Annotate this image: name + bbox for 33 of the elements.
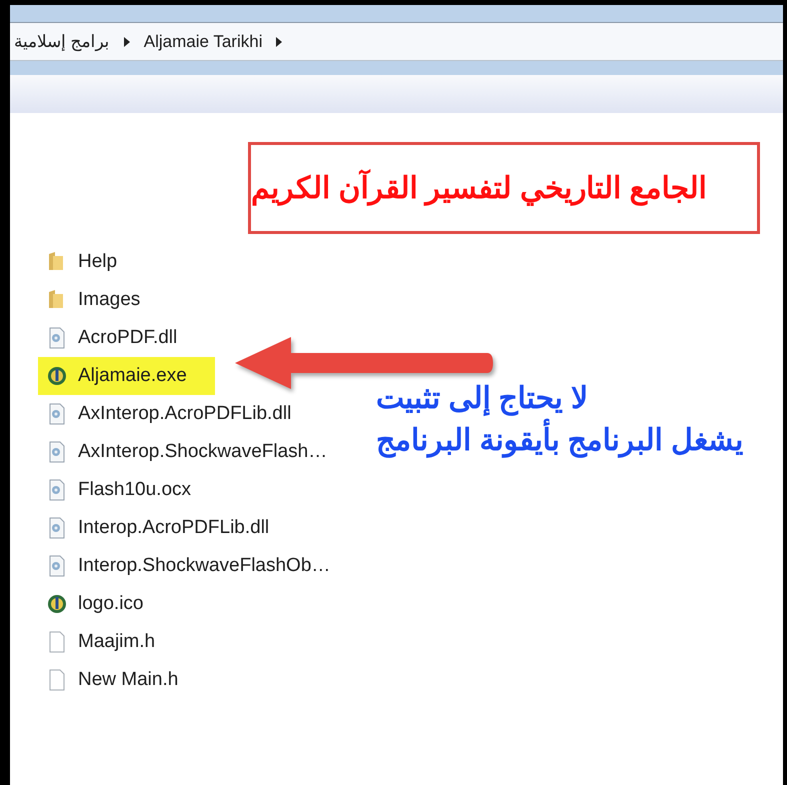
file-name: Images (78, 289, 140, 311)
file-item[interactable]: Interop.ShockwaveFlashOb… (38, 547, 358, 585)
file-item[interactable]: New Main.h (38, 661, 206, 699)
file-item[interactable]: Interop.AcroPDFLib.dll (38, 509, 298, 547)
note-text: يشغل البرنامج بأيقونة البرنامج (376, 420, 743, 462)
file-name: New Main.h (78, 669, 178, 691)
chevron-icon[interactable] (276, 36, 282, 46)
emblem-icon (46, 592, 68, 616)
chevron-icon[interactable] (124, 36, 130, 46)
file-name: Maajim.h (78, 631, 156, 653)
file-item[interactable]: AxInterop.ShockwaveFlash… (38, 433, 356, 471)
file-name: Interop.AcroPDFLib.dll (78, 517, 270, 539)
file-item[interactable]: Help (38, 243, 146, 281)
title-note: الجامع التاريخي لتفسير القرآن الكريم (248, 142, 760, 234)
file-name: Flash10u.ocx (78, 479, 192, 501)
file-name: Help (78, 251, 118, 273)
note-text: لا يحتاج إلى تثبيت (376, 381, 588, 418)
file-name: AcroPDF.dll (78, 327, 178, 349)
emblem-icon (46, 364, 68, 388)
file-item[interactable]: AxInterop.AcroPDFLib.dll (38, 395, 320, 433)
file-item[interactable]: Maajim.h (38, 623, 184, 661)
file-name: Aljamaie.exe (78, 365, 187, 387)
file-name: AxInterop.ShockwaveFlash… (78, 441, 328, 463)
breadcrumb-item[interactable]: برامج إسلامية (14, 31, 110, 52)
file-item[interactable]: Flash10u.ocx (38, 471, 220, 509)
file-item[interactable]: Images (38, 281, 168, 319)
file-name: Interop.ShockwaveFlashOb… (78, 555, 330, 577)
file-name: AxInterop.AcroPDFLib.dll (78, 403, 292, 425)
file-name: logo.ico (78, 593, 144, 615)
file-item[interactable]: logo.ico (38, 585, 172, 623)
breadcrumb-item[interactable]: Aljamaie Tarikhi (144, 32, 262, 52)
file-item[interactable]: AcroPDF.dll (38, 319, 206, 357)
file-item[interactable]: Aljamaie.exe (38, 357, 215, 395)
